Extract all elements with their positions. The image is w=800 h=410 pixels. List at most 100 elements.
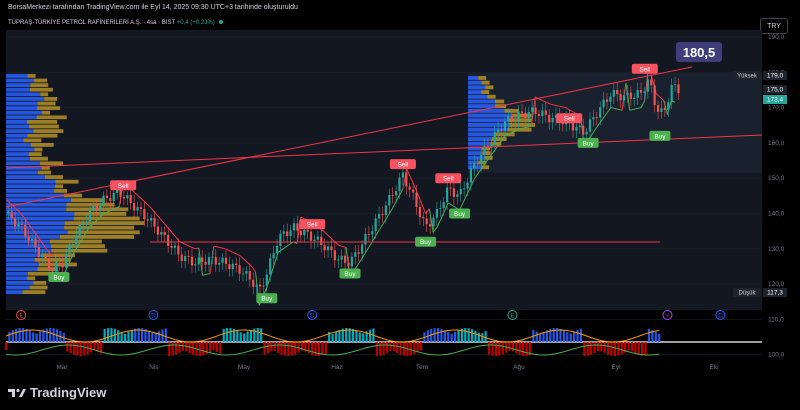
candle-body (320, 236, 323, 246)
candle-body (459, 189, 462, 195)
price-label: 173,4 (763, 95, 787, 104)
vp-bar-blue (6, 110, 43, 115)
candle-body (289, 230, 292, 237)
candle-body (571, 122, 575, 131)
oscillator-bar (436, 328, 440, 342)
vp-bar-gold (27, 120, 58, 124)
y-tick: 110,0 (768, 316, 784, 323)
marker-text: D (310, 313, 315, 320)
oscillator-bar (164, 328, 167, 342)
oscillator-bar (69, 342, 72, 354)
candle-body (214, 256, 217, 265)
signal-text: Buy (583, 140, 595, 147)
vp-bar-blue (6, 184, 56, 189)
candle-body (47, 258, 51, 271)
vp-bar-blue (6, 258, 35, 262)
vp-bar-blue (468, 151, 483, 156)
vp-bar-gold (28, 152, 42, 156)
oscillator-bar (178, 342, 181, 353)
oscillator-bar (355, 330, 358, 342)
candle-body (476, 163, 479, 165)
buy-signal: Buy (415, 236, 437, 247)
candle-body (609, 96, 612, 102)
vp-bar-blue (6, 267, 38, 271)
vp-bar-blue (468, 137, 493, 141)
oscillator-bar (4, 342, 8, 350)
oscillator-bar (637, 342, 640, 356)
oscillator-bar (222, 328, 225, 342)
oscillator-bar (600, 342, 603, 352)
candle-body (133, 203, 136, 211)
candle-body (54, 262, 57, 272)
candle-body (7, 211, 10, 214)
vp-bar-gold (481, 80, 490, 85)
vp-bar-blue (6, 83, 31, 87)
vp-bar-gold (34, 78, 48, 83)
vp-bar-gold (36, 115, 67, 120)
candle-body (75, 236, 78, 245)
vp-bar-gold (23, 138, 42, 143)
vp-bar-gold (55, 179, 79, 184)
candle-body (51, 270, 54, 272)
candle-body (435, 209, 439, 218)
oscillator-bar (402, 342, 406, 356)
candle-body (241, 273, 245, 275)
oscillator-bar (49, 328, 52, 342)
candle-body (612, 89, 615, 97)
y-tick: 170,0 (768, 105, 785, 112)
candle-body (105, 195, 109, 199)
vp-bar-blue (6, 281, 34, 285)
candle-body (646, 79, 649, 92)
vp-bar-blue (6, 74, 28, 78)
oscillator-bar (396, 342, 399, 354)
signal-text: Sell (397, 162, 408, 169)
candle-body (255, 284, 258, 287)
vp-bar-gold (495, 99, 505, 104)
x-tick: Eki (709, 364, 718, 371)
vp-bar-blue (468, 141, 491, 146)
oscillator-bar (453, 331, 457, 342)
y-tick: 100,0 (768, 352, 785, 359)
x-tick: Mar (56, 364, 68, 371)
oscillator-bar (586, 342, 589, 356)
candle-body (418, 206, 422, 218)
oscillator-bar (644, 342, 647, 356)
marker-text: ⚡ (665, 313, 669, 320)
oscillator-bar (202, 342, 205, 356)
oscillator-bar (35, 333, 38, 342)
vp-bar-gold (39, 161, 63, 166)
oscillator-bar (573, 331, 576, 342)
vp-bar-blue (6, 175, 45, 179)
candle-body (306, 229, 309, 232)
oscillator-bar (243, 333, 246, 342)
oscillator-bar (477, 332, 480, 342)
oscillator-bar (324, 342, 327, 354)
candle-body (88, 210, 92, 223)
candle-body (41, 255, 44, 258)
candle-body (156, 226, 160, 235)
vp-bar-blue (468, 90, 482, 94)
candle-body (269, 258, 272, 275)
oscillator-bar (311, 342, 314, 355)
candle-body (650, 79, 653, 86)
oscillator-bar (464, 328, 467, 342)
candle-body (211, 256, 214, 258)
oscillator-bar (385, 342, 389, 353)
vp-bar-blue (6, 156, 30, 161)
price-chart[interactable]: Buy Sell Sell Buy Buy Sell Buy Sell Buy Sell Buy Se… (0, 0, 800, 410)
vp-bar-blue (6, 179, 56, 184)
candle-body (160, 231, 163, 235)
price-label-value: 179,0 (767, 73, 784, 80)
candle-body (207, 257, 211, 265)
candle-body (384, 205, 387, 216)
vp-bar-gold (27, 74, 36, 78)
candle-body (102, 195, 105, 206)
vp-bar-blue (468, 99, 496, 104)
oscillator-bar (634, 342, 637, 354)
candle-body (408, 186, 411, 190)
candle-body (381, 213, 384, 216)
vp-bar-gold (30, 83, 49, 87)
candle-body (265, 274, 268, 286)
oscillator-bar (294, 342, 297, 355)
candle-body (367, 233, 370, 235)
